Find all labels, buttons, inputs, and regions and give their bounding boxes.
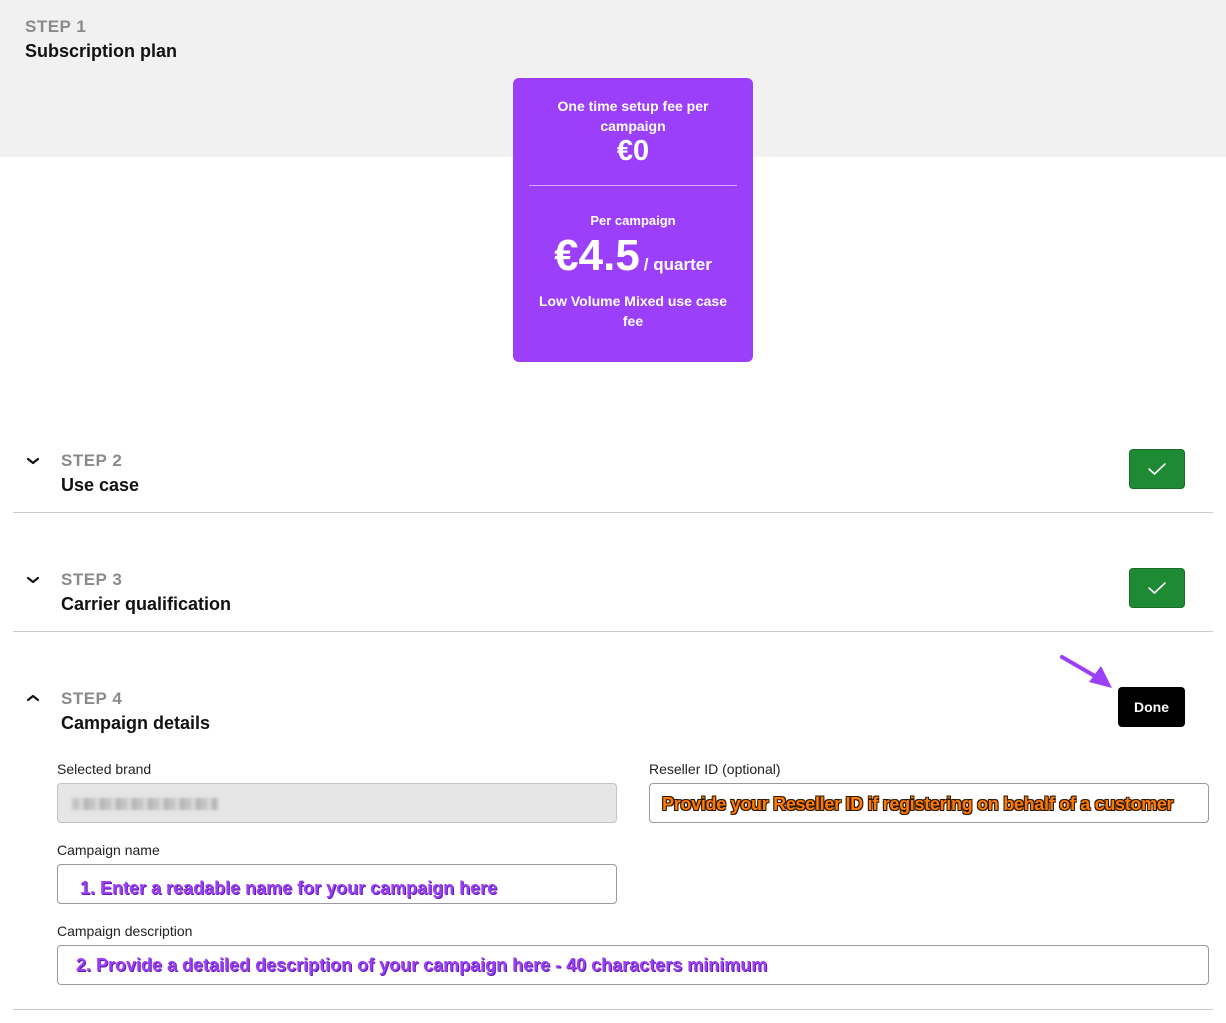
chevron-up-icon[interactable] xyxy=(25,690,41,706)
selected-brand-field xyxy=(57,783,617,823)
step4-divider xyxy=(13,1009,1213,1010)
step2-title[interactable]: Use case xyxy=(61,475,139,496)
check-icon xyxy=(1148,463,1166,475)
step1-number: STEP 1 xyxy=(25,17,87,36)
step3-divider xyxy=(13,631,1213,632)
setup-fee-label: One time setup fee per campaign xyxy=(557,98,709,134)
campaign-name-label: Campaign name xyxy=(57,842,160,858)
chevron-down-icon[interactable] xyxy=(25,453,41,469)
step2-complete-badge xyxy=(1129,449,1185,489)
campaign-price: €4.5 xyxy=(554,231,640,280)
campaign-name-annotation: 1. Enter a readable name for your campai… xyxy=(80,878,498,898)
price-row: €4.5/ quarter xyxy=(513,231,753,281)
step4-title[interactable]: Campaign details xyxy=(61,713,210,734)
step2-divider xyxy=(13,512,1213,513)
plan-divider xyxy=(529,185,737,186)
subscription-plan-card: One time setup fee per campaign €0 Per c… xyxy=(513,78,753,362)
check-icon xyxy=(1148,582,1166,594)
reseller-id-annotation: Provide your Reseller ID if registering … xyxy=(662,794,1174,814)
chevron-down-icon[interactable] xyxy=(25,572,41,588)
annotation-arrow-icon xyxy=(1060,655,1112,688)
step4-number: STEP 4 xyxy=(61,689,123,708)
setup-fee-price: €0 xyxy=(616,135,650,167)
step1-title: Subscription plan xyxy=(25,41,178,61)
campaign-description-label: Campaign description xyxy=(57,923,193,939)
done-button[interactable]: Done xyxy=(1118,687,1185,727)
redacted-brand-value xyxy=(72,798,218,810)
campaign-description-annotation: 2. Provide a detailed description of you… xyxy=(76,955,768,975)
per-campaign-label: Per campaign xyxy=(590,213,676,228)
reseller-id-label: Reseller ID (optional) xyxy=(649,761,781,777)
step3-number: STEP 3 xyxy=(61,570,123,589)
selected-brand-label: Selected brand xyxy=(57,761,152,777)
step3-title[interactable]: Carrier qualification xyxy=(61,594,231,615)
use-case-fee-label: Low Volume Mixed use case fee xyxy=(538,293,728,329)
step2-number: STEP 2 xyxy=(61,451,123,470)
price-period: / quarter xyxy=(643,255,712,274)
step3-complete-badge xyxy=(1129,568,1185,608)
